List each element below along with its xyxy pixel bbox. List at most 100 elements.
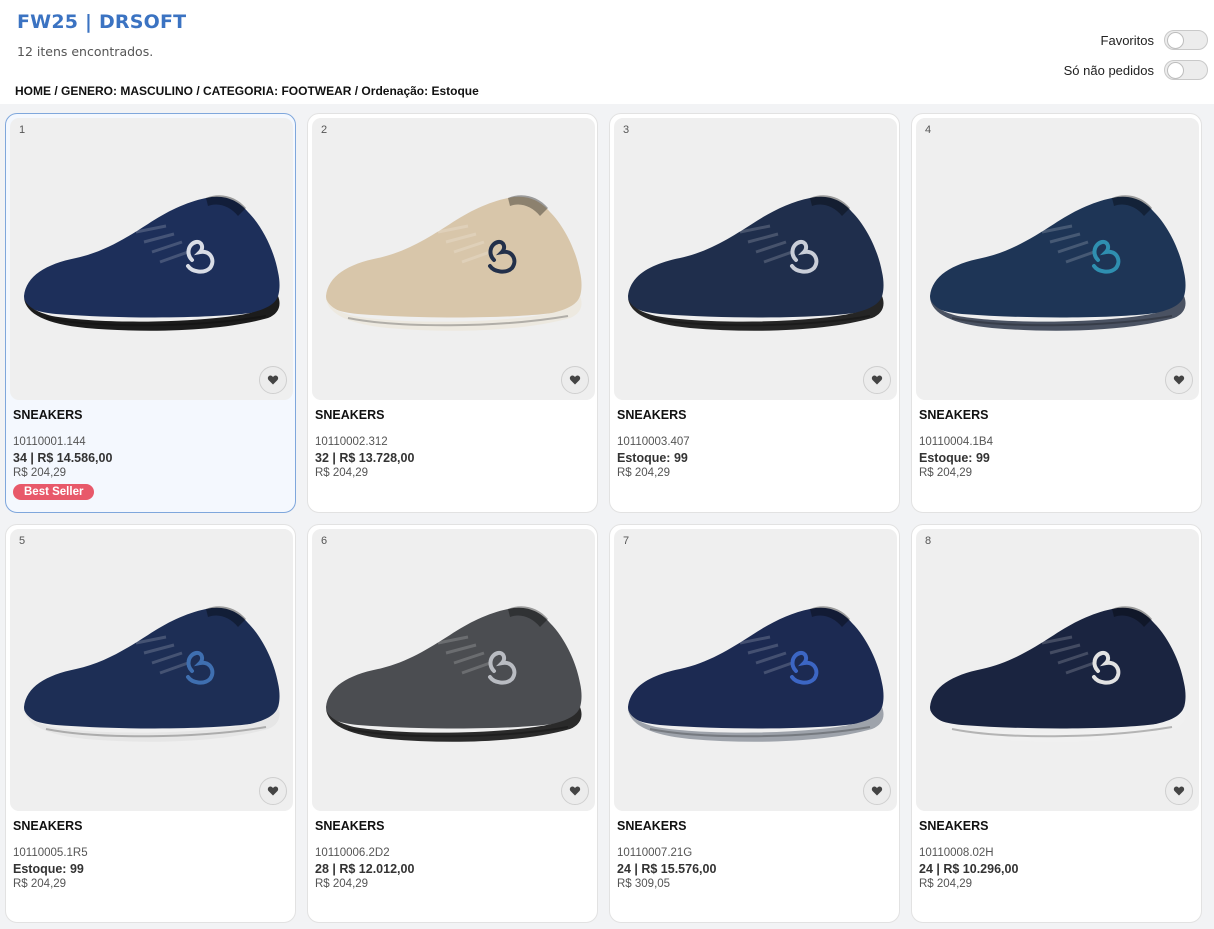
product-price: R$ 204,29 bbox=[315, 467, 369, 479]
product-price: R$ 204,29 bbox=[13, 467, 67, 479]
heart-icon bbox=[1173, 375, 1185, 385]
best-seller-badge: Best Seller bbox=[13, 484, 95, 500]
favorite-button[interactable] bbox=[259, 366, 287, 394]
product-info: SNEAKERS 10110006.2D2 28 | R$ 12.012,00 … bbox=[315, 819, 591, 890]
product-index: 6 bbox=[321, 535, 328, 547]
product-index: 5 bbox=[19, 535, 26, 547]
heart-icon bbox=[1173, 786, 1185, 796]
product-index: 1 bbox=[19, 124, 26, 136]
product-sku: 10110002.312 bbox=[315, 436, 388, 448]
product-order-line: 24 | R$ 15.576,00 bbox=[617, 862, 717, 876]
product-image[interactable]: 3 bbox=[614, 118, 897, 400]
product-info: SNEAKERS 10110004.1B4 Estoque: 99 R$ 204… bbox=[919, 408, 1195, 479]
heart-icon bbox=[267, 786, 279, 796]
product-image[interactable]: 7 bbox=[614, 529, 897, 811]
favorite-button[interactable] bbox=[1165, 777, 1193, 805]
not-ordered-toggle[interactable] bbox=[1164, 60, 1208, 80]
favorite-button[interactable] bbox=[561, 366, 589, 394]
favorite-button[interactable] bbox=[259, 777, 287, 805]
favorites-toggle-label: Favoritos bbox=[1100, 32, 1154, 48]
product-name: SNEAKERS bbox=[315, 408, 385, 422]
product-price: R$ 204,29 bbox=[315, 878, 369, 890]
page-title: FW25 | DRSOFT bbox=[17, 11, 187, 33]
product-price: R$ 204,29 bbox=[919, 467, 973, 479]
not-ordered-toggle-label: Só não pedidos bbox=[1063, 62, 1154, 78]
product-name: SNEAKERS bbox=[13, 819, 83, 833]
product-card[interactable]: 5 SNEAKERS 10110005.1R5 Estoque: 99 R$ 2… bbox=[5, 524, 296, 923]
sneaker-image bbox=[930, 195, 1186, 331]
product-name: SNEAKERS bbox=[13, 408, 83, 422]
product-info: SNEAKERS 10110003.407 Estoque: 99 R$ 204… bbox=[617, 408, 893, 479]
favorite-button[interactable] bbox=[561, 777, 589, 805]
product-price: R$ 309,05 bbox=[617, 878, 671, 890]
product-sku: 10110006.2D2 bbox=[315, 847, 390, 859]
toggle-knob bbox=[1167, 62, 1184, 79]
product-info: SNEAKERS 10110007.21G 24 | R$ 15.576,00 … bbox=[617, 819, 893, 890]
product-image[interactable]: 8 bbox=[916, 529, 1199, 811]
product-order-line: 28 | R$ 12.012,00 bbox=[315, 862, 415, 876]
page-header: FW25 | DRSOFT 12 itens encontrados. HOME… bbox=[0, 0, 1214, 104]
product-image[interactable]: 4 bbox=[916, 118, 1199, 400]
product-name: SNEAKERS bbox=[315, 819, 385, 833]
product-sku: 10110004.1B4 bbox=[919, 436, 993, 448]
sneaker-image bbox=[930, 606, 1186, 742]
product-sku: 10110001.144 bbox=[13, 436, 86, 448]
product-card[interactable]: 1 SNEAKERS 10110001.144 34 | R$ 14.586,0… bbox=[5, 113, 296, 513]
sneaker-image bbox=[326, 606, 582, 742]
heart-icon bbox=[871, 786, 883, 796]
product-name: SNEAKERS bbox=[617, 819, 687, 833]
breadcrumb[interactable]: HOME / GENERO: MASCULINO / CATEGORIA: FO… bbox=[15, 84, 479, 98]
product-card[interactable]: 7 SNEAKERS 10110007.21G 24 | R$ 15.576,0… bbox=[609, 524, 900, 923]
product-sku: 10110008.02H bbox=[919, 847, 994, 859]
product-image[interactable]: 6 bbox=[312, 529, 595, 811]
product-sku: 10110007.21G bbox=[617, 847, 693, 859]
favorite-button[interactable] bbox=[863, 777, 891, 805]
product-order-line: Estoque: 99 bbox=[13, 862, 84, 876]
sneaker-image bbox=[24, 195, 280, 331]
product-price: R$ 204,29 bbox=[13, 878, 67, 890]
product-order-line: 34 | R$ 14.586,00 bbox=[13, 451, 113, 465]
product-sku: 10110003.407 bbox=[617, 436, 690, 448]
product-info: SNEAKERS 10110001.144 34 | R$ 14.586,00 … bbox=[13, 408, 289, 500]
product-index: 7 bbox=[623, 535, 630, 547]
not-ordered-filter: Só não pedidos bbox=[1064, 59, 1208, 81]
sneaker-image bbox=[628, 195, 884, 331]
product-card[interactable]: 8 SNEAKERS 10110008.02H 24 | R$ 10.296,0… bbox=[911, 524, 1202, 923]
product-image[interactable]: 2 bbox=[312, 118, 595, 400]
product-name: SNEAKERS bbox=[919, 819, 989, 833]
sneaker-image bbox=[628, 606, 884, 742]
favorite-button[interactable] bbox=[863, 366, 891, 394]
heart-icon bbox=[267, 375, 279, 385]
product-price: R$ 204,29 bbox=[617, 467, 671, 479]
product-info: SNEAKERS 10110005.1R5 Estoque: 99 R$ 204… bbox=[13, 819, 289, 890]
product-order-line: Estoque: 99 bbox=[617, 451, 688, 465]
product-name: SNEAKERS bbox=[617, 408, 687, 422]
product-card[interactable]: 2 SNEAKERS 10110002.312 32 | R$ 13.728,0… bbox=[307, 113, 598, 513]
product-index: 4 bbox=[925, 124, 932, 136]
favorites-toggle[interactable] bbox=[1164, 30, 1208, 50]
heart-icon bbox=[871, 375, 883, 385]
product-index: 2 bbox=[321, 124, 328, 136]
product-index: 3 bbox=[623, 124, 630, 136]
heart-icon bbox=[569, 786, 581, 796]
toggle-knob bbox=[1167, 32, 1184, 49]
sneaker-image bbox=[326, 195, 582, 331]
product-card[interactable]: 4 SNEAKERS 10110004.1B4 Estoque: 99 R$ 2… bbox=[911, 113, 1202, 513]
heart-icon bbox=[569, 375, 581, 385]
product-image[interactable]: 5 bbox=[10, 529, 293, 811]
product-info: SNEAKERS 10110002.312 32 | R$ 13.728,00 … bbox=[315, 408, 591, 479]
product-order-line: 24 | R$ 10.296,00 bbox=[919, 862, 1019, 876]
product-image[interactable]: 1 bbox=[10, 118, 293, 400]
favorites-filter: Favoritos bbox=[1101, 29, 1208, 51]
product-card[interactable]: 6 SNEAKERS 10110006.2D2 28 | R$ 12.012,0… bbox=[307, 524, 598, 923]
product-order-line: 32 | R$ 13.728,00 bbox=[315, 451, 415, 465]
product-order-line: Estoque: 99 bbox=[919, 451, 990, 465]
product-info: SNEAKERS 10110008.02H 24 | R$ 10.296,00 … bbox=[919, 819, 1195, 890]
product-sku: 10110005.1R5 bbox=[13, 847, 88, 859]
results-count: 12 itens encontrados. bbox=[17, 44, 154, 59]
sneaker-image bbox=[24, 606, 280, 742]
favorite-button[interactable] bbox=[1165, 366, 1193, 394]
product-price: R$ 204,29 bbox=[919, 878, 973, 890]
product-index: 8 bbox=[925, 535, 932, 547]
product-card[interactable]: 3 SNEAKERS 10110003.407 Estoque: 99 R$ 2… bbox=[609, 113, 900, 513]
